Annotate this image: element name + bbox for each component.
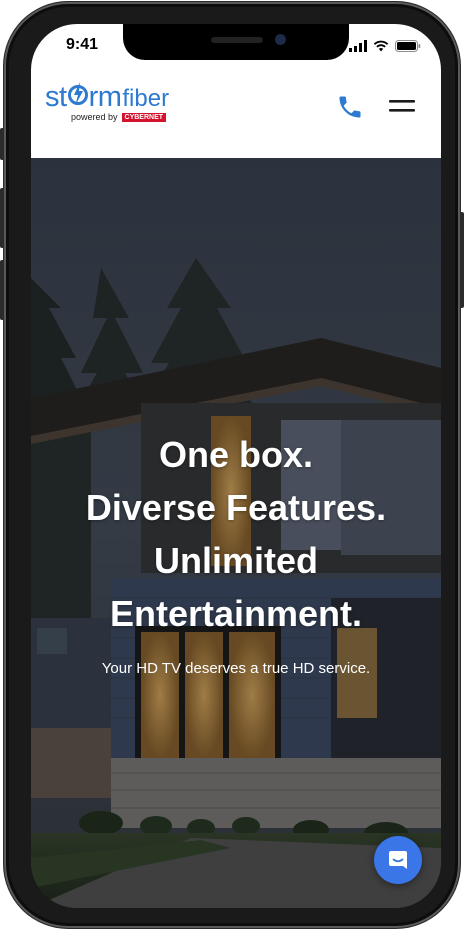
speaker (211, 37, 263, 43)
screen: 9:41 st rm fiber powered by CYBERNET One… (31, 24, 441, 908)
cybernet-badge: CYBERNET (121, 112, 167, 122)
hero-headline-line: Unlimited (153, 540, 318, 581)
hero-text: One box. Diverse Features. Unlimited Ent… (31, 428, 441, 677)
wifi-icon (373, 40, 389, 52)
status-time: 9:41 (66, 36, 99, 53)
powered-by-label: powered by (71, 112, 118, 122)
front-camera (275, 34, 286, 45)
phone-icon (339, 96, 361, 118)
hero-headline-line: One box. (158, 434, 314, 475)
hero-subline: Your HD TV deserves a true HD service. (101, 660, 371, 677)
power-button (460, 212, 464, 308)
phone-frame: 9:41 st rm fiber powered by CYBERNET One… (0, 2, 464, 928)
silent-switch (0, 128, 4, 160)
notch (123, 24, 349, 60)
logo-text-st: st (45, 81, 67, 113)
battery-icon (395, 40, 421, 52)
hero-section: One box. Diverse Features. Unlimited Ent… (31, 158, 441, 908)
chat-button[interactable] (374, 836, 422, 884)
volume-down-button (0, 260, 4, 320)
site-header: st rm fiber powered by CYBERNET (31, 76, 441, 158)
logo-text-fiber: fiber (122, 85, 170, 112)
hamburger-menu-icon (389, 100, 415, 112)
logo-text-rm: rm (88, 81, 122, 113)
call-button[interactable] (333, 90, 367, 124)
logo-lightning-icon (67, 82, 88, 106)
hero-headline-line: Entertainment. (109, 593, 363, 634)
volume-up-button (0, 188, 4, 248)
status-icons (349, 38, 421, 52)
stormfiber-logo[interactable]: st rm fiber powered by CYBERNET (45, 80, 169, 122)
hamburger-menu-button[interactable] (387, 94, 417, 120)
chat-icon (389, 851, 407, 869)
cellular-signal-icon (349, 40, 367, 52)
status-bar: 9:41 (31, 24, 441, 76)
hero-headline-line: Diverse Features. (85, 487, 387, 528)
